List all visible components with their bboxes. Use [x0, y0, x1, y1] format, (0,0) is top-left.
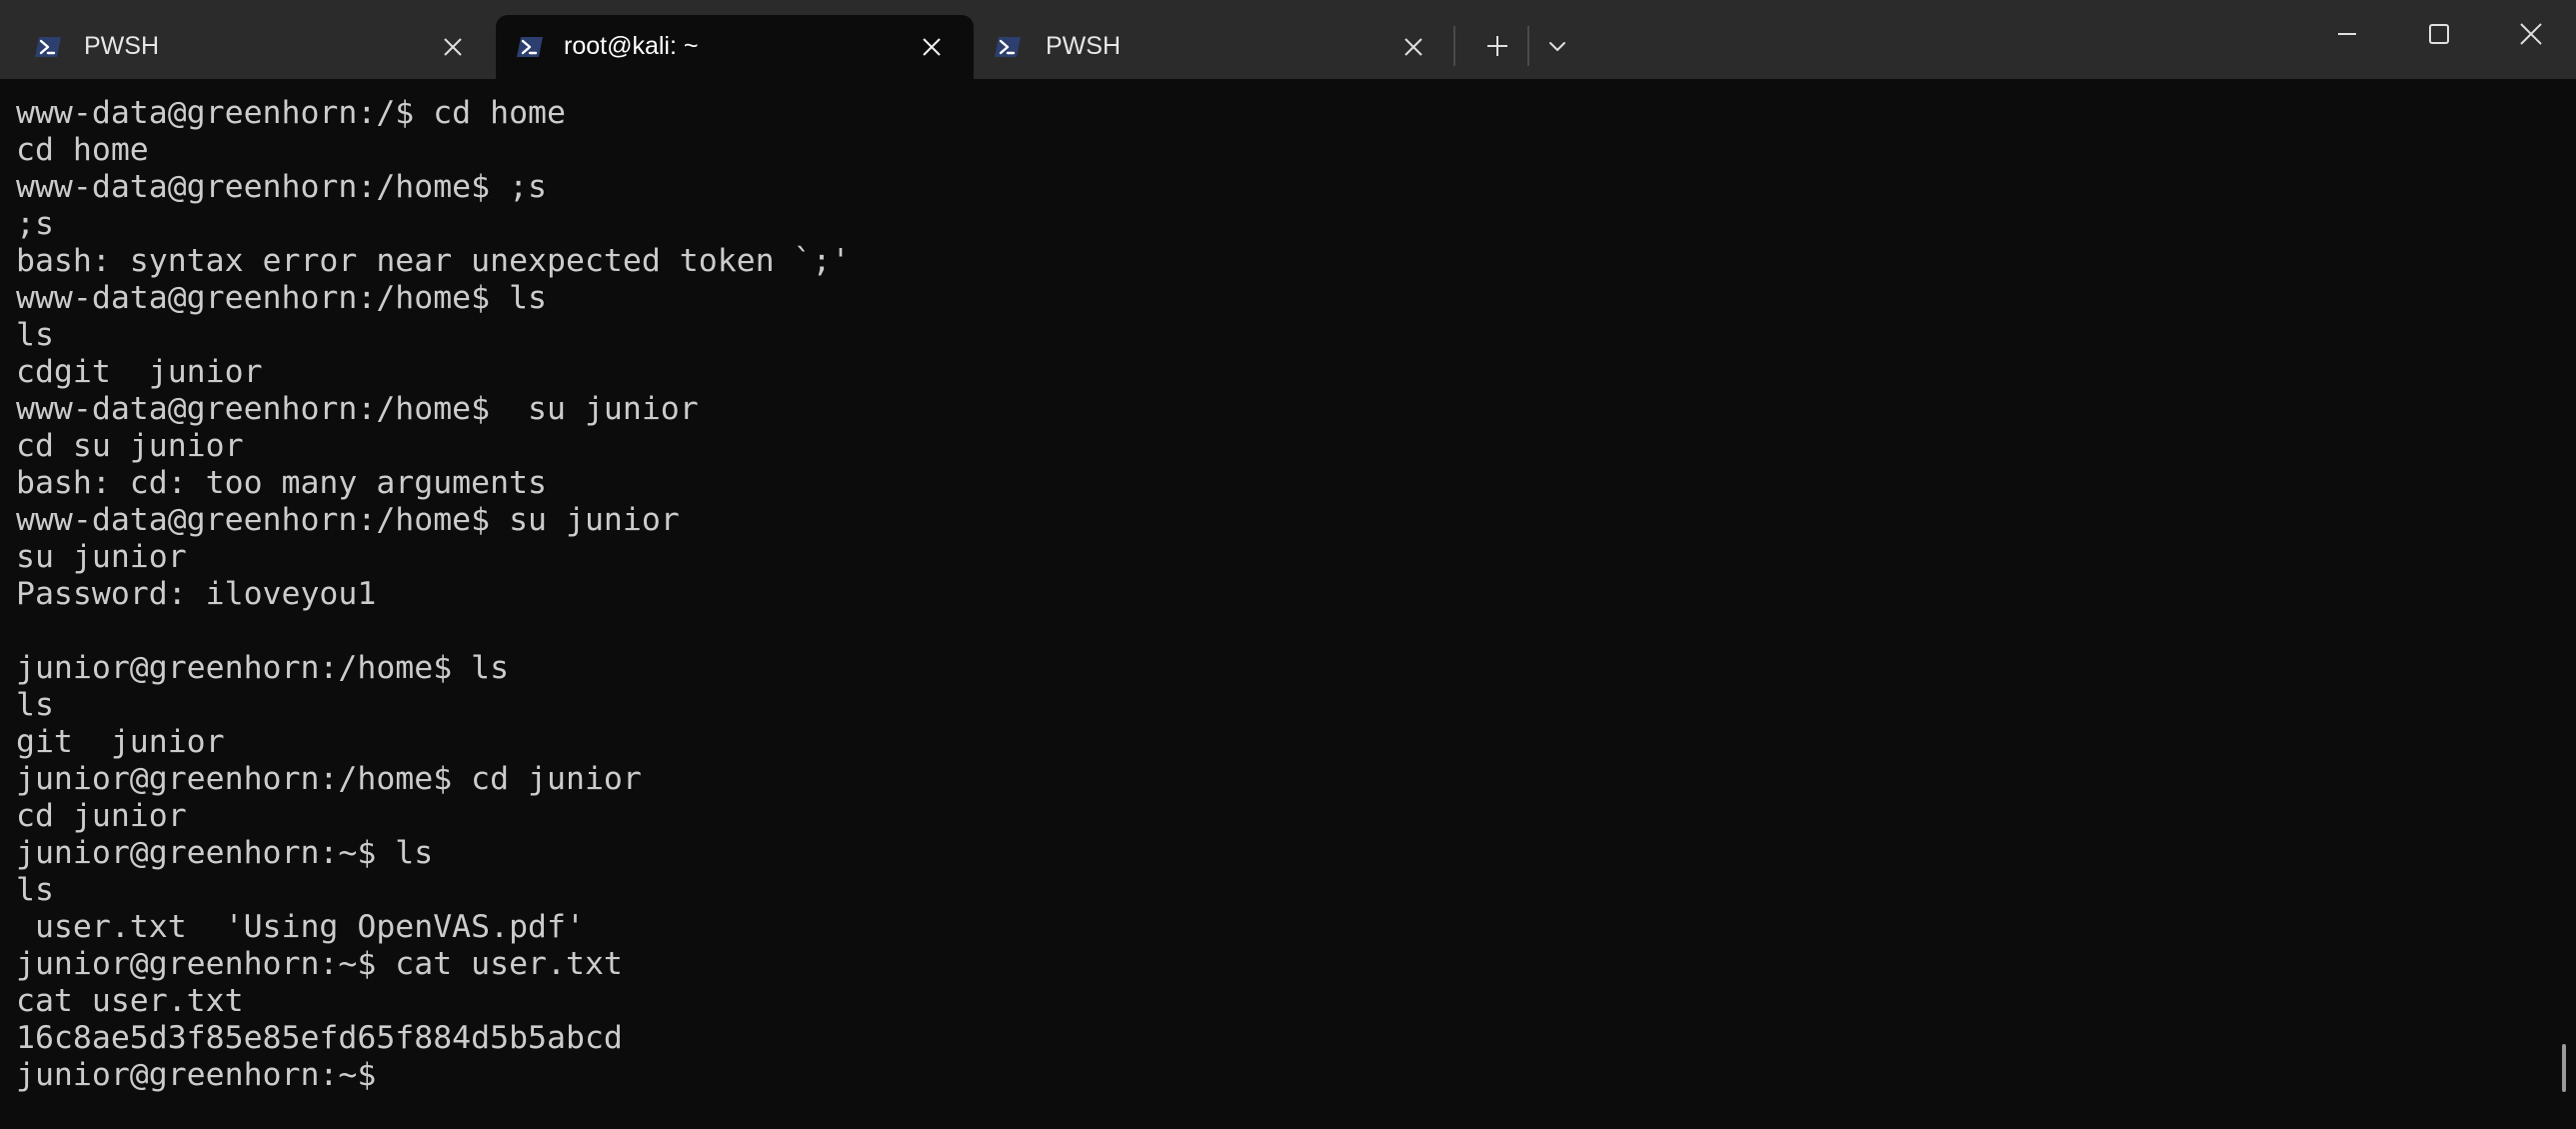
minimize-icon[interactable]: [2327, 14, 2367, 54]
tab-label: root@kali: ~: [564, 32, 699, 60]
terminal-line: junior@greenhorn:~$ cat user.txt: [16, 946, 623, 982]
terminal-line: junior@greenhorn:~$ ls: [16, 835, 434, 871]
terminal-line: www-data@greenhorn:/$ cd home: [16, 95, 566, 131]
tab-pwsh-1[interactable]: PWSH: [0, 15, 492, 79]
plus-icon[interactable]: [1477, 26, 1517, 66]
terminal-line: git junior: [16, 724, 225, 760]
close-icon[interactable]: [1401, 35, 1425, 59]
terminal-line: cat user.txt: [16, 983, 244, 1019]
terminal-line: su junior: [16, 539, 187, 575]
powershell-icon: [34, 33, 62, 61]
terminal-line: bash: syntax error near unexpected token…: [16, 243, 851, 279]
maximize-icon[interactable]: [2419, 14, 2459, 54]
terminal-line: junior@greenhorn:/home$ cd junior: [16, 761, 642, 797]
terminal-prompt: junior@greenhorn:~$: [16, 1057, 396, 1093]
terminal-line: www-data@greenhorn:/home$ ;s: [16, 169, 548, 205]
terminal-line: Password: iloveyou1: [16, 576, 377, 612]
scrollbar-thumb[interactable]: [2562, 1044, 2566, 1092]
tab-divider: [1453, 26, 1455, 66]
terminal-line: ls: [16, 317, 54, 353]
terminal-pane[interactable]: www-data@greenhorn:/$ cd home cd home www-…: [0, 79, 2576, 1129]
terminal-line: cd junior: [16, 798, 187, 834]
terminal-line: ls: [16, 687, 54, 723]
title-bar: PWSH root@kali: ~ PWSH: [0, 0, 2576, 79]
terminal-line: ls: [16, 872, 54, 908]
terminal-line: cd su junior: [16, 428, 244, 464]
tab-label: PWSH: [84, 32, 159, 60]
tab-pwsh-2[interactable]: PWSH: [978, 15, 1451, 79]
terminal-line: cd home: [16, 132, 149, 168]
terminal-line: www-data@greenhorn:/home$ ls: [16, 280, 548, 316]
close-icon[interactable]: [441, 35, 465, 59]
chevron-down-icon[interactable]: [1537, 26, 1577, 66]
terminal-line: ;s: [16, 206, 54, 242]
terminal-line: junior@greenhorn:/home$ ls: [16, 650, 510, 686]
terminal-line: 16c8ae5d3f85e85efd65f884d5b5abcd: [16, 1020, 623, 1056]
terminal-line: bash: cd: too many arguments: [16, 465, 548, 501]
powershell-icon: [516, 33, 544, 61]
terminal-line: cdgit junior: [16, 354, 263, 390]
tab-divider: [1527, 26, 1529, 66]
powershell-icon: [994, 33, 1022, 61]
tab-label: PWSH: [1046, 32, 1121, 60]
terminal-line: www-data@greenhorn:/home$ su junior: [16, 391, 699, 427]
terminal-line: user.txt 'Using OpenVAS.pdf': [16, 909, 585, 945]
close-icon[interactable]: [920, 35, 944, 59]
close-icon[interactable]: [2511, 14, 2551, 54]
tab-root-kali[interactable]: root@kali: ~: [496, 15, 974, 79]
terminal-output: www-data@greenhorn:/$ cd home cd home www-…: [16, 95, 850, 1094]
terminal-line: www-data@greenhorn:/home$ su junior: [16, 502, 680, 538]
